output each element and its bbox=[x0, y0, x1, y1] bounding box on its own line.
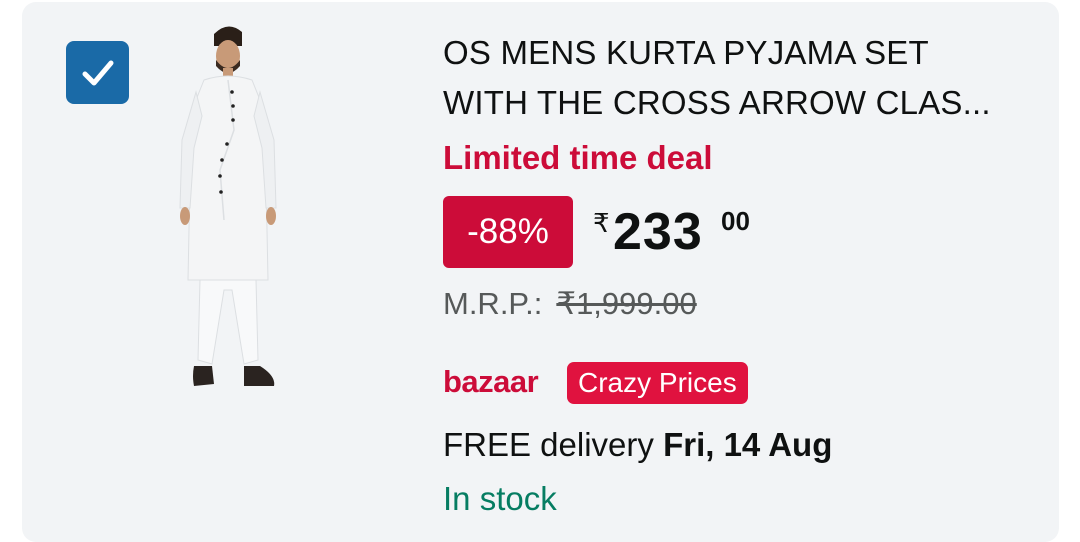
bazaar-logo: bazaar bbox=[443, 364, 539, 399]
product-title-line-2: WITH THE CROSS ARROW CLAS... bbox=[443, 84, 991, 121]
product-image[interactable] bbox=[172, 20, 284, 400]
product-details: OS MENS KURTA PYJAMA SET WITH THE CROSS … bbox=[443, 28, 1043, 517]
price-whole: 233 bbox=[613, 203, 703, 261]
select-item-checkbox[interactable] bbox=[66, 41, 129, 104]
delivery-date: Fri, 14 Aug bbox=[663, 426, 833, 463]
price-fraction: 00 bbox=[721, 206, 750, 236]
currency-symbol: ₹ bbox=[593, 208, 610, 238]
delivery-prefix: FREE delivery bbox=[443, 426, 654, 463]
stock-status: In stock bbox=[443, 480, 557, 517]
product-title[interactable]: OS MENS KURTA PYJAMA SET WITH THE CROSS … bbox=[443, 28, 1038, 128]
mrp-label: M.R.P.: bbox=[443, 286, 543, 321]
crazy-prices-badge: Crazy Prices bbox=[567, 362, 748, 404]
deal-label: Limited time deal bbox=[443, 139, 713, 176]
mrp: M.R.P.: ₹1,999.00 bbox=[443, 286, 697, 322]
discount-badge: -88% bbox=[443, 196, 573, 268]
mrp-value: ₹1,999.00 bbox=[556, 286, 697, 321]
delivery-info: FREE delivery Fri, 14 Aug bbox=[443, 426, 832, 464]
checkmark-icon bbox=[82, 60, 113, 85]
product-title-line-1: OS MENS KURTA PYJAMA SET bbox=[443, 34, 929, 71]
